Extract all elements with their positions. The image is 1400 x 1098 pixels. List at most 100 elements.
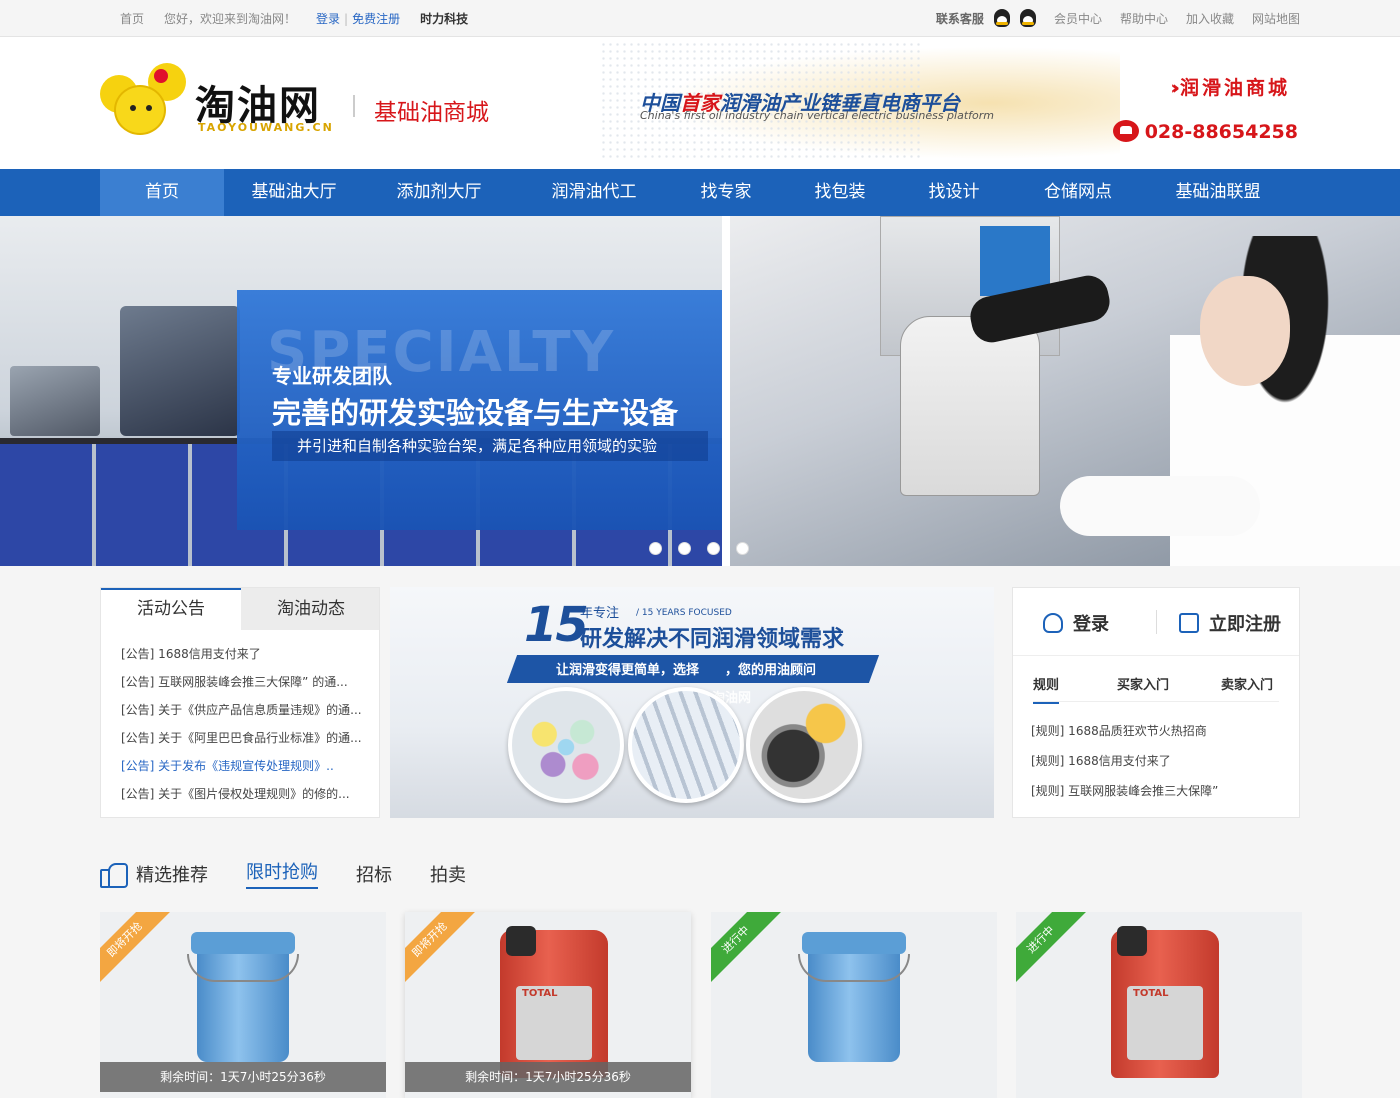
tab-flash-sale[interactable]: 限时抢购 xyxy=(246,858,318,889)
tab-seller-guide[interactable]: 卖家入门 xyxy=(1221,674,1273,693)
qq-icon[interactable] xyxy=(993,8,1010,27)
banner-title-small: 专业研发团队 xyxy=(272,364,392,388)
customer-service-label: 联系客服 xyxy=(935,12,984,26)
plastic-bucket-image xyxy=(187,932,299,1066)
lube-shop-link[interactable]: ›› 润滑油商城 xyxy=(1170,73,1290,100)
plastic-bucket-image xyxy=(798,932,910,1066)
banner-title-large: 完善的研发实验设备与生产设备 xyxy=(272,396,679,430)
carousel-dot[interactable] xyxy=(649,542,662,555)
factory-line-image xyxy=(628,687,744,803)
login-button[interactable]: 登录 xyxy=(1043,610,1109,636)
promo-banner[interactable]: 15 年专注 / 15 YEARS FOCUSED 研发解决不同润滑领域需求 让… xyxy=(390,587,994,818)
top-login-link[interactable]: 登录 xyxy=(316,12,340,26)
total-logo: TOTAL xyxy=(1133,988,1169,999)
promo-title: 研发解决不同润滑领域需求 xyxy=(580,627,845,652)
promo-number: 15 xyxy=(524,597,589,653)
add-favorite-link[interactable]: 加入收藏 xyxy=(1186,12,1234,26)
tab-tender[interactable]: 招标 xyxy=(356,861,392,887)
thumbs-up-icon xyxy=(100,859,128,888)
status-badge: 进行中 xyxy=(711,912,784,988)
promo-subtitle: 让润滑变得更简单，选择 ，您的用油顾问 xyxy=(556,663,817,678)
hero-carousel[interactable]: SPECIALTY 专业研发团队 完善的研发实验设备与生产设备 并引进和自制各种… xyxy=(0,216,1400,566)
carousel-dot[interactable] xyxy=(707,542,720,555)
rule-item[interactable]: [规则] 互联网服装峰会推三大保障” xyxy=(1031,776,1299,806)
nav-item-additive-hall[interactable]: 添加剂大厅 xyxy=(364,169,514,216)
tab-featured[interactable]: 精选推荐 xyxy=(136,861,208,887)
sitemap-link[interactable]: 网站地图 xyxy=(1252,12,1300,26)
nav-item-oem[interactable]: 润滑油代工 xyxy=(514,169,674,216)
phone-text: 028-88654258 xyxy=(1144,121,1298,143)
nav-item-warehouse[interactable]: 仓储网点 xyxy=(1006,169,1150,216)
status-badge: 进行中 xyxy=(1016,912,1089,988)
nav-item-design[interactable]: 找设计 xyxy=(902,169,1006,216)
product-card[interactable]: 即将开抢 TOTAL 剩余时间：1天7小时25分36秒 xyxy=(405,912,691,1098)
product-card[interactable]: 进行中 xyxy=(711,912,997,1098)
notice-item[interactable]: [公告] 关于《供应产品信息质量违规》的通... xyxy=(121,696,379,724)
logo-domain: TAOYOUWANG.CN xyxy=(198,121,334,134)
countdown-timer: 剩余时间：1天7小时25分36秒 xyxy=(100,1062,386,1092)
chevron-double-icon: ›› xyxy=(1170,77,1179,99)
carousel-dots xyxy=(649,542,749,555)
login-label: 登录 xyxy=(1073,614,1109,635)
promo-years-en: / 15 YEARS FOCUSED xyxy=(636,608,732,618)
rules-list: [规则] 1688品质狂欢节火热招商 [规则] 1688信用支付来了 [规则] … xyxy=(1013,702,1299,806)
top-register-link[interactable]: 免费注册 xyxy=(352,12,400,26)
red-jerrycan-image: TOTAL xyxy=(500,926,608,1078)
nav-item-base-oil-hall[interactable]: 基础油大厅 xyxy=(224,169,364,216)
promo-years: 年专注 xyxy=(580,606,620,621)
rule-item[interactable]: [规则] 1688信用支付来了 xyxy=(1031,746,1299,776)
status-badge: 即将开抢 xyxy=(100,912,173,988)
nav-item-alliance[interactable]: 基础油联盟 xyxy=(1150,169,1286,216)
notice-item[interactable]: [公告] 1688信用支付来了 xyxy=(121,640,379,668)
shop-name: 基础油商城 xyxy=(374,100,489,126)
product-card[interactable]: 即将开抢 剩余时间：1天7小时25分36秒 xyxy=(100,912,386,1098)
notice-item[interactable]: [公告] 互联网服装峰会推三大保障” 的通... xyxy=(121,668,379,696)
rule-item[interactable]: [规则] 1688品质狂欢节火热招商 xyxy=(1031,716,1299,746)
carousel-dot[interactable] xyxy=(678,542,691,555)
top-bar-left: 首页 您好，欢迎来到淘油网！ 登录 | 免费注册 时力科技 xyxy=(120,10,488,27)
countdown-timer: 剩余时间：1天7小时25分36秒 xyxy=(405,1062,691,1092)
register-label: 立即注册 xyxy=(1209,614,1281,635)
carousel-dot[interactable] xyxy=(736,542,749,555)
notice-item[interactable]: [公告] 关于《图片侵权处理规则》的修的... xyxy=(121,780,379,808)
member-center-link[interactable]: 会员中心 xyxy=(1054,12,1102,26)
tab-buyer-guide[interactable]: 买家入门 xyxy=(1117,674,1169,693)
tab-auction[interactable]: 拍卖 xyxy=(430,861,466,887)
site-header: 淘油网 TAOYOUWANG.CN 基础油商城 中国首家润滑油产业链垂直电商平台… xyxy=(0,37,1400,169)
tab-taoyou-news[interactable]: 淘油动态 xyxy=(241,588,381,630)
nav-item-home[interactable]: 首页 xyxy=(100,169,224,216)
product-section-tabs: 精选推荐 限时抢购 招标 拍卖 xyxy=(100,858,504,892)
login-panel: 登录 立即注册 规则 买家入门 卖家入门 [规则] 1688品质狂欢节火热招商 … xyxy=(1012,587,1300,818)
status-badge: 即将开抢 xyxy=(405,912,478,988)
tab-rules[interactable]: 规则 xyxy=(1033,674,1060,704)
nav-item-packaging[interactable]: 找包装 xyxy=(778,169,902,216)
slogan-english: China's first oil industry chain vertica… xyxy=(640,109,994,122)
notice-list: [公告] 1688信用支付来了 [公告] 互联网服装峰会推三大保障” 的通...… xyxy=(101,630,379,808)
product-card[interactable]: 进行中 TOTAL xyxy=(1016,912,1302,1098)
scientist-microscope-photo xyxy=(730,216,1400,566)
main-nav: 首页 基础油大厅 添加剂大厅 润滑油代工 找专家 找包装 找设计 仓储网点 基础… xyxy=(0,169,1400,216)
top-separator: | xyxy=(344,12,349,26)
qq-icon[interactable] xyxy=(1019,8,1036,27)
site-logo[interactable]: 淘油网 TAOYOUWANG.CN xyxy=(100,53,332,153)
top-bar: 首页 您好，欢迎来到淘油网！ 登录 | 免费注册 时力科技 联系客服 会员中心 帮助中心 加入收… xyxy=(0,0,1400,37)
top-home-link[interactable]: 首页 xyxy=(120,12,144,26)
edit-icon xyxy=(1179,613,1199,633)
banner-subtitle: 并引进和自制各种实验台架，满足各种应用领域的实验 xyxy=(272,431,708,461)
top-bar-right: 联系客服 会员中心 帮助中心 加入收藏 网站地图 xyxy=(935,8,1300,29)
grease-samples-image xyxy=(508,687,624,803)
register-button[interactable]: 立即注册 xyxy=(1179,610,1281,636)
nav-item-experts[interactable]: 找专家 xyxy=(674,169,778,216)
lube-shop-label: 润滑油商城 xyxy=(1179,77,1290,99)
total-logo: TOTAL xyxy=(522,988,558,999)
company-link[interactable]: 时力科技 xyxy=(420,12,468,26)
mouse-mascot-icon xyxy=(100,63,190,143)
notice-item[interactable]: [公告] 关于发布《违规宣传处理规则》.. xyxy=(121,752,379,780)
notice-item[interactable]: [公告] 关于《阿里巴巴食品行业标准》的通... xyxy=(121,724,379,752)
help-center-link[interactable]: 帮助中心 xyxy=(1120,12,1168,26)
oil-gear-image xyxy=(746,687,862,803)
phone-number: 028-88654258 xyxy=(1112,119,1298,144)
tab-activity-notice[interactable]: 活动公告 xyxy=(101,588,241,630)
red-jerrycan-image: TOTAL xyxy=(1111,926,1219,1078)
user-icon xyxy=(1043,613,1063,633)
